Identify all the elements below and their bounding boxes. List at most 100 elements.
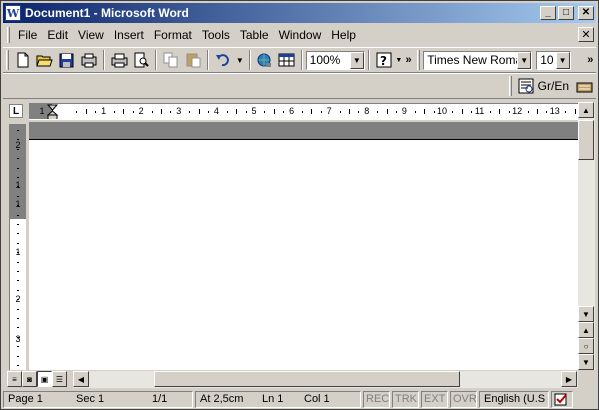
save-disk-icon[interactable]	[57, 50, 77, 71]
vertical-ruler-tick	[17, 149, 19, 150]
vertical-scrollbar[interactable]: ▲ ▼ ▲ ○ ▼	[578, 102, 595, 370]
vertical-ruler-tick	[17, 177, 19, 178]
menu-file[interactable]: File	[13, 28, 42, 42]
ruler-tick	[76, 111, 77, 113]
vertical-ruler-tick	[17, 233, 19, 234]
vertical-ruler-tick	[17, 290, 19, 291]
document-page[interactable]	[29, 122, 578, 370]
insert-hyperlink-icon[interactable]	[255, 50, 275, 71]
menu-format[interactable]: Format	[149, 28, 197, 42]
formatting-toolbar-grip[interactable]	[417, 50, 421, 70]
vertical-ruler[interactable]: 211123	[9, 124, 26, 370]
status-rec[interactable]: REC	[363, 390, 390, 408]
chevron-down-icon[interactable]: ▼	[517, 51, 532, 69]
menu-tools[interactable]: Tools	[197, 28, 235, 42]
ruler-tick	[246, 111, 247, 113]
close-button[interactable]: ✕	[578, 6, 594, 20]
help-icon[interactable]: ?	[374, 50, 394, 71]
ruler-tick	[302, 111, 303, 113]
status-language[interactable]: English (U.S	[479, 390, 549, 408]
document-map-icon[interactable]	[516, 76, 537, 97]
normal-view-icon[interactable]: ≡	[7, 371, 22, 387]
horizontal-scroll-thumb[interactable]	[154, 371, 460, 387]
scroll-left-icon[interactable]: ◀	[73, 371, 89, 387]
menu-edit[interactable]: Edit	[42, 28, 73, 42]
toolbar-separator	[367, 50, 370, 70]
ruler-tick	[264, 111, 265, 113]
status-ovr[interactable]: OVR	[450, 390, 477, 408]
scroll-up-icon[interactable]: ▲	[578, 102, 594, 118]
copy-icon[interactable]	[161, 50, 181, 71]
ruler-number: 9	[401, 106, 407, 116]
status-position-panel: At 2,5cm Ln 1 Col 1	[195, 390, 361, 408]
font-select[interactable]: Times New Roman ▼	[423, 50, 533, 70]
outline-view-icon[interactable]: ☰	[52, 371, 67, 387]
insert-table-icon[interactable]	[277, 50, 297, 71]
permission-icon[interactable]	[79, 50, 99, 71]
print-layout-view-icon[interactable]: ▣	[37, 371, 52, 387]
new-document-icon[interactable]	[13, 50, 33, 71]
menu-window[interactable]: Window	[274, 28, 327, 42]
help-dropdown-icon[interactable]: ▼	[395, 50, 402, 71]
menu-table[interactable]: Table	[235, 28, 274, 42]
vertical-ruler-tick	[17, 365, 19, 366]
font-size-select[interactable]: 10 ▼	[536, 50, 571, 70]
chevron-down-icon[interactable]: ▼	[349, 51, 364, 69]
svg-text:?: ?	[380, 54, 387, 68]
ruler-tick	[123, 109, 124, 114]
language-toggle-button[interactable]: Gr/En	[538, 79, 569, 93]
toolbar-options-chevron-icon[interactable]: »	[403, 54, 414, 66]
chevron-down-icon[interactable]: ▼	[555, 51, 570, 69]
web-layout-view-icon[interactable]: ◙	[22, 371, 37, 387]
scroll-down-icon[interactable]: ▼	[578, 306, 594, 322]
ruler-tick	[499, 109, 500, 114]
ruler-number: 8	[364, 106, 370, 116]
horizontal-ruler[interactable]: 1 1 2 3 4 5 6 7 8 9 10 11 12 13	[29, 103, 578, 120]
status-trk[interactable]: TRK	[392, 390, 419, 408]
vertical-ruler-tick	[17, 337, 19, 338]
undo-icon[interactable]	[213, 50, 233, 71]
maximize-button[interactable]: □	[558, 6, 574, 20]
scroll-right-icon[interactable]: ▶	[561, 371, 577, 387]
menu-insert[interactable]: Insert	[109, 28, 149, 42]
vertical-ruler-tick	[17, 168, 19, 169]
document-area: L 112345678910111213 211123 ▲ ▼ ▲ ○ ▼	[3, 100, 596, 386]
ruler-tick	[462, 109, 463, 114]
status-ext[interactable]: EXT	[421, 390, 448, 408]
status-page: Page 1	[8, 393, 43, 405]
ruler-tick	[199, 109, 200, 114]
ruler-tick	[236, 109, 237, 114]
page-top-margin	[29, 122, 578, 140]
ruler-tick	[434, 111, 435, 113]
toolbar-separator	[207, 50, 210, 70]
minimize-button[interactable]: _	[540, 6, 556, 20]
vertical-scroll-thumb[interactable]	[578, 120, 594, 160]
menu-help[interactable]: Help	[326, 28, 361, 42]
open-folder-icon[interactable]	[35, 50, 55, 71]
toolbar-grip[interactable]	[6, 50, 9, 70]
select-browse-object-icon[interactable]: ○	[578, 338, 594, 354]
zoom-value: 100%	[309, 53, 341, 67]
print-icon[interactable]	[109, 50, 129, 71]
ruler-tick	[565, 111, 566, 113]
previous-page-icon[interactable]: ▲	[578, 322, 594, 338]
document-close-button[interactable]: ✕	[578, 27, 594, 42]
menubar-grip[interactable]	[7, 27, 10, 43]
undo-dropdown-icon[interactable]: ▼	[235, 50, 245, 71]
language-toolbar-grip[interactable]	[508, 76, 512, 96]
keyboard-icon[interactable]	[574, 76, 595, 97]
next-page-icon[interactable]: ▼	[578, 354, 594, 370]
toolbar-separator	[248, 50, 251, 70]
spelling-status-icon[interactable]	[551, 390, 573, 408]
ruler-tick	[575, 109, 576, 114]
print-preview-icon[interactable]	[131, 50, 151, 71]
word-app-icon[interactable]: W	[5, 5, 21, 21]
menu-view[interactable]: View	[73, 28, 109, 42]
paste-icon[interactable]	[183, 50, 203, 71]
ruler-number: 10	[436, 106, 447, 116]
horizontal-scrollbar[interactable]: ◀ ▶	[73, 371, 578, 388]
zoom-select[interactable]: 100% ▼	[305, 50, 365, 70]
tab-selector[interactable]: L	[9, 104, 23, 118]
formatting-options-chevron-icon[interactable]: »	[585, 54, 596, 66]
ruler-number: 12	[512, 106, 523, 116]
